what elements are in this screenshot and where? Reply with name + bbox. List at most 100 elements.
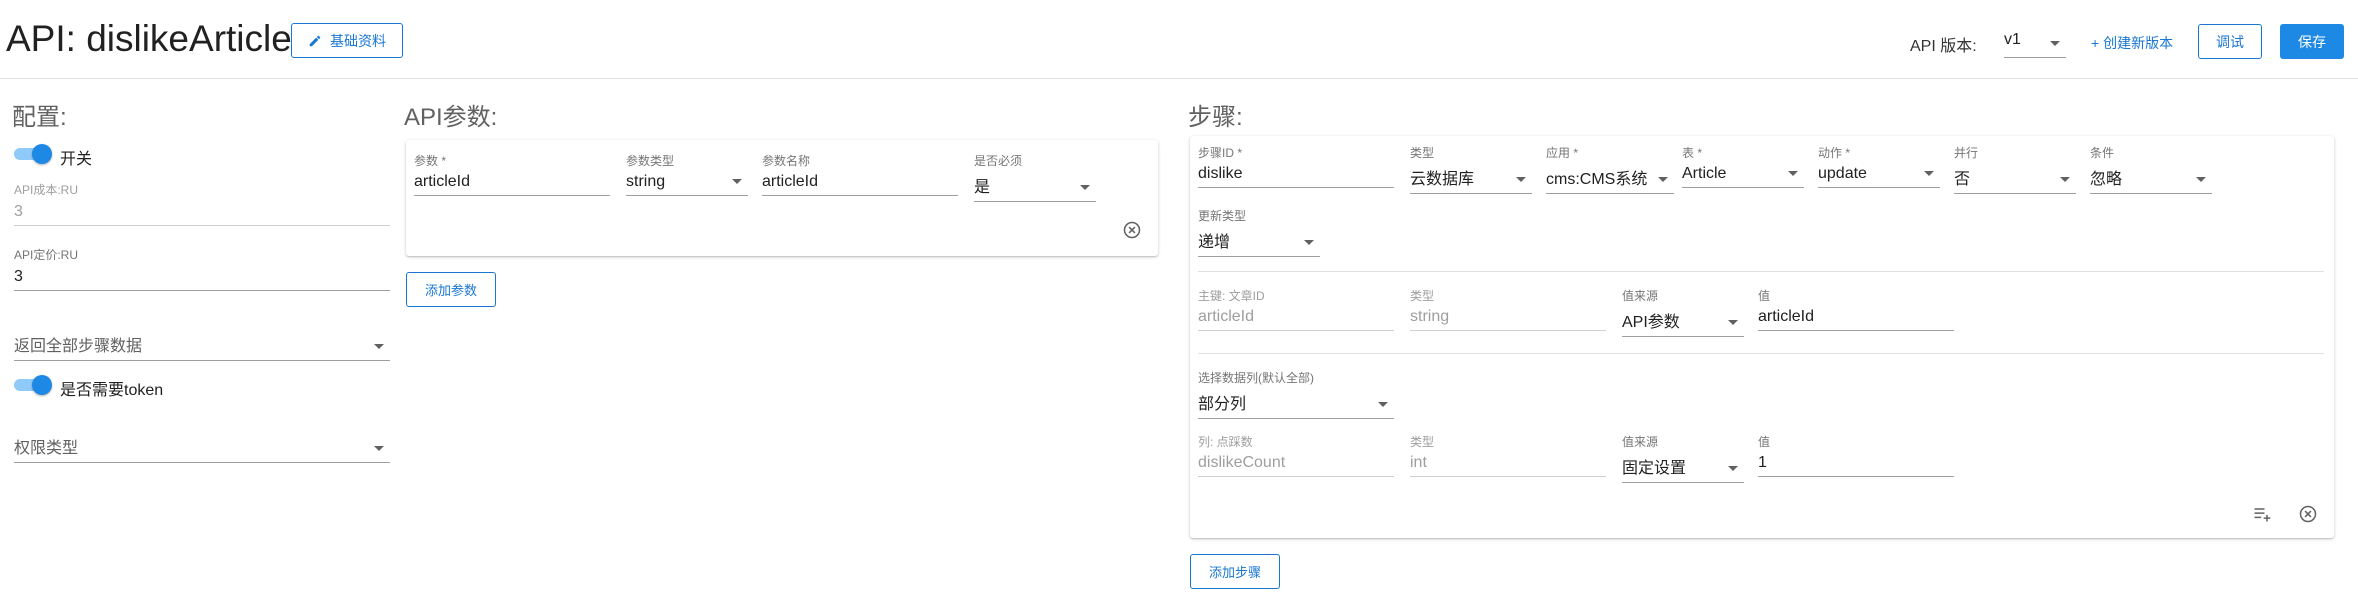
- key-field: articleId: [1198, 308, 1394, 331]
- chevron-down-icon: [1304, 240, 1314, 245]
- switch-toggle[interactable]: [14, 144, 52, 164]
- columns-select-value: 部分列: [1198, 396, 1247, 413]
- chevron-down-icon: [2060, 177, 2070, 182]
- param-type-select[interactable]: string: [626, 173, 748, 196]
- key-type-field: string: [1410, 308, 1606, 331]
- update-type-label: 更新类型: [1198, 209, 1247, 223]
- step-type-value: 云数据库: [1410, 171, 1475, 188]
- step-action-label: 动作 *: [1818, 146, 1851, 160]
- chevron-down-icon: [1728, 466, 1738, 471]
- key-source-label: 值来源: [1622, 289, 1659, 303]
- columns-select[interactable]: 部分列: [1198, 390, 1394, 419]
- divider: [1198, 353, 2324, 354]
- debug-button[interactable]: 调试: [2198, 24, 2262, 59]
- step-parallel-label: 并行: [1954, 146, 1979, 160]
- param-required-header: 是否必须: [974, 154, 1023, 168]
- price-field[interactable]: 3: [14, 268, 390, 291]
- save-button[interactable]: 保存: [2280, 24, 2344, 59]
- return-steps-select[interactable]: 返回全部步骤数据: [14, 332, 390, 361]
- update-type-value: 递增: [1198, 234, 1231, 251]
- basic-info-label: 基础资料: [330, 32, 386, 49]
- permission-text: 权限类型: [14, 440, 79, 457]
- key-label: 主键: 文章ID: [1198, 289, 1265, 303]
- column-type-field: int: [1410, 454, 1606, 477]
- key-value-field[interactable]: articleId: [1758, 308, 1954, 331]
- version-value: v1: [2004, 31, 2021, 48]
- version-select[interactable]: v1: [2004, 28, 2066, 58]
- param-label-header: 参数名称: [762, 154, 811, 168]
- step-table-select[interactable]: Article: [1682, 165, 1804, 188]
- step-app-label: 应用 *: [1546, 146, 1579, 160]
- cost-field: 3: [14, 203, 390, 226]
- close-circle-icon[interactable]: [2298, 504, 2318, 524]
- update-type-select[interactable]: 递增: [1198, 228, 1320, 257]
- chevron-down-icon: [1788, 171, 1798, 176]
- add-step-button[interactable]: 添加步骤: [1190, 554, 1280, 589]
- chevron-down-icon: [374, 344, 384, 349]
- params-title: API参数:: [404, 104, 498, 131]
- column-field: dislikeCount: [1198, 454, 1394, 477]
- column-type-label: 类型: [1410, 435, 1435, 449]
- switch-label: 开关: [60, 151, 93, 168]
- step-parallel-value: 否: [1954, 171, 1971, 188]
- param-type-header: 参数类型: [626, 154, 675, 168]
- create-version-link[interactable]: + 创建新版本: [2091, 33, 2173, 53]
- step-type-label: 类型: [1410, 146, 1435, 160]
- token-toggle[interactable]: [14, 375, 52, 395]
- params-card: 参数 * 参数类型 参数名称 是否必须 articleId string art…: [406, 140, 1158, 256]
- param-type-value: string: [626, 173, 666, 190]
- param-label-field[interactable]: articleId: [762, 173, 958, 196]
- step-type-select[interactable]: 云数据库: [1410, 165, 1532, 194]
- step-app-select[interactable]: cms:CMS系统: [1546, 165, 1674, 194]
- config-title: 配置:: [12, 104, 67, 131]
- chevron-down-icon: [732, 179, 742, 184]
- param-name-header: 参数 *: [414, 154, 447, 168]
- basic-info-button[interactable]: 基础资料: [291, 23, 403, 58]
- step-condition-label: 条件: [2090, 146, 2115, 160]
- pencil-icon: [309, 35, 321, 46]
- column-source-label: 值来源: [1622, 435, 1659, 449]
- step-parallel-select[interactable]: 否: [1954, 165, 2076, 194]
- steps-title: 步骤:: [1188, 104, 1243, 131]
- column-value-field[interactable]: 1: [1758, 454, 1954, 477]
- version-label: API 版本:: [1910, 38, 1977, 55]
- step-id-label: 步骤ID *: [1198, 146, 1243, 160]
- permission-select[interactable]: 权限类型: [14, 434, 390, 463]
- chevron-down-icon: [1516, 177, 1526, 182]
- chevron-down-icon: [1378, 402, 1388, 407]
- step-condition-select[interactable]: 忽略: [2090, 165, 2212, 194]
- chevron-down-icon: [1728, 320, 1738, 325]
- param-required-select[interactable]: 是: [974, 173, 1096, 202]
- chevron-down-icon: [1658, 177, 1668, 182]
- step-table-label: 表 *: [1682, 146, 1703, 160]
- cost-label: API成本:RU: [14, 183, 79, 197]
- chevron-down-icon: [2050, 41, 2060, 46]
- price-label: API定价:RU: [14, 248, 79, 262]
- step-id-field[interactable]: dislike: [1198, 165, 1394, 188]
- chevron-down-icon: [1080, 185, 1090, 190]
- steps-card: 步骤ID * dislike 类型 云数据库 应用 * cms:CMS系统 表 …: [1190, 136, 2334, 538]
- close-circle-icon[interactable]: [1122, 220, 1142, 240]
- step-table-value: Article: [1682, 165, 1727, 182]
- columns-select-label: 选择数据列(默认全部): [1198, 371, 1314, 385]
- column-source-select[interactable]: 固定设置: [1622, 454, 1744, 483]
- column-label: 列: 点踩数: [1198, 435, 1253, 449]
- key-type-label: 类型: [1410, 289, 1435, 303]
- token-label: 是否需要token: [60, 382, 164, 399]
- column-source-value: 固定设置: [1622, 460, 1687, 477]
- step-action-select[interactable]: update: [1818, 165, 1940, 188]
- chevron-down-icon: [2196, 177, 2206, 182]
- add-param-button[interactable]: 添加参数: [406, 272, 496, 307]
- chevron-down-icon: [374, 446, 384, 451]
- param-required-value: 是: [974, 179, 991, 196]
- key-source-select[interactable]: API参数: [1622, 308, 1744, 337]
- return-steps-text: 返回全部步骤数据: [14, 338, 143, 355]
- page-title: API: dislikeArticle: [6, 18, 292, 59]
- divider: [1198, 271, 2324, 272]
- playlist-add-icon[interactable]: [2250, 504, 2274, 524]
- key-value-label: 值: [1758, 289, 1771, 303]
- step-condition-value: 忽略: [2090, 171, 2123, 188]
- column-value-label: 值: [1758, 435, 1771, 449]
- param-name-field[interactable]: articleId: [414, 173, 610, 196]
- step-app-value: cms:CMS系统: [1546, 171, 1648, 188]
